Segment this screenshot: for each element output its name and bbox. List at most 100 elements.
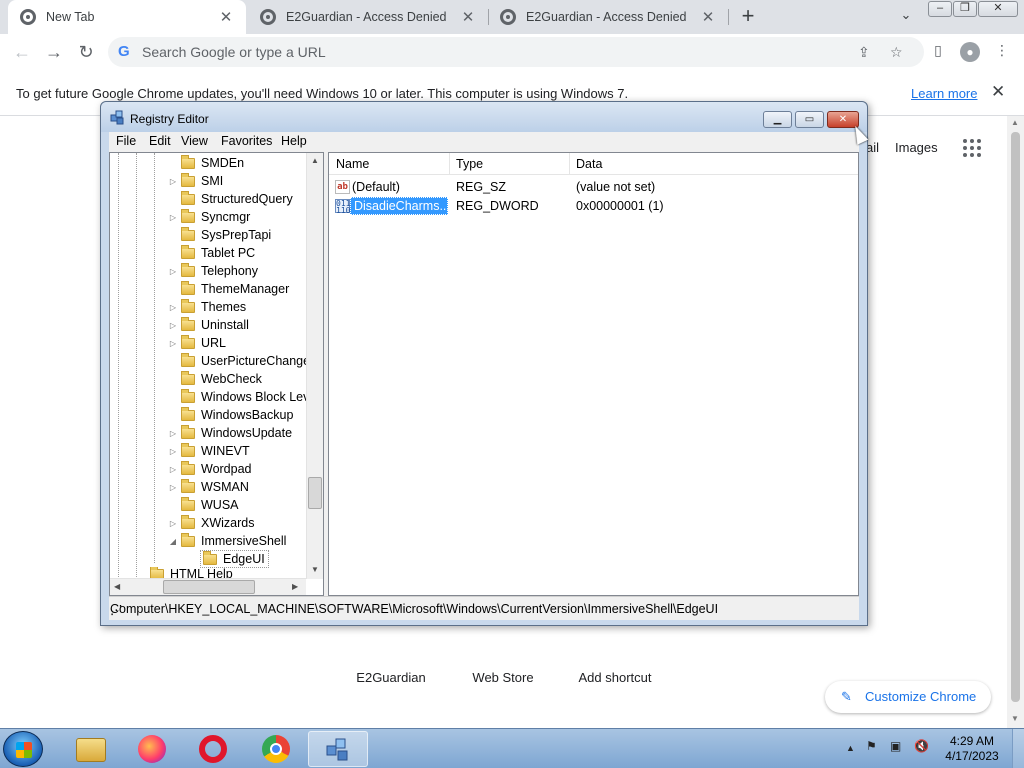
- infobar-close-icon[interactable]: ✕: [991, 82, 1005, 102]
- tree-item-wordpad[interactable]: ▷ Wordpad: [168, 460, 252, 478]
- chrome-menu-icon[interactable]: ⋮: [992, 42, 1012, 62]
- value-list-pane[interactable]: Name Type Data ab (Default) REG_SZ (valu…: [328, 152, 859, 596]
- tab-close-icon[interactable]: ✕: [218, 8, 234, 26]
- tree-vertical-scrollbar[interactable]: ▲ ▼: [306, 153, 323, 579]
- tab-search-icon[interactable]: ⌄: [896, 7, 916, 27]
- tree-item-smi[interactable]: ▷ SMI: [168, 172, 223, 190]
- tree-item-xwizards[interactable]: ▷ XWizards: [168, 514, 254, 532]
- reg-maximize-button[interactable]: ▭: [795, 111, 824, 128]
- tree-item-tabletpc[interactable]: Tablet PC: [168, 244, 255, 262]
- expander-icon[interactable]: ▷: [168, 339, 178, 348]
- menu-help[interactable]: Help: [281, 134, 307, 148]
- reload-button[interactable]: ↻: [74, 40, 98, 64]
- back-button[interactable]: ←: [10, 40, 34, 64]
- tree-item-sysprep[interactable]: SysPrepTapi: [168, 226, 271, 244]
- menu-file[interactable]: File: [116, 134, 136, 148]
- tab-close-icon[interactable]: ✕: [460, 8, 476, 26]
- tree-item-windows-block-level[interactable]: Windows Block Lev: [168, 388, 309, 406]
- volume-muted-icon[interactable]: 🔇: [914, 739, 929, 753]
- menu-favorites[interactable]: Favorites: [221, 134, 272, 148]
- menu-view[interactable]: View: [181, 134, 208, 148]
- column-name-header[interactable]: Name: [336, 157, 369, 171]
- scroll-down-icon[interactable]: ▼: [1011, 714, 1019, 723]
- tree-horizontal-scrollbar[interactable]: ◀ ▶: [110, 578, 306, 595]
- tray-overflow-icon[interactable]: ▲: [846, 743, 855, 753]
- forward-button[interactable]: →: [42, 40, 66, 64]
- tree-item-structuredquery[interactable]: StructuredQuery: [168, 190, 293, 208]
- expander-icon[interactable]: ◢: [168, 537, 178, 546]
- new-tab-button[interactable]: +: [736, 5, 760, 29]
- close-window-button[interactable]: ✕: [978, 1, 1018, 17]
- taskbar-opera[interactable]: [183, 731, 243, 767]
- scrollbar-thumb[interactable]: [308, 477, 322, 509]
- expander-icon[interactable]: ▷: [168, 321, 178, 330]
- share-icon[interactable]: ⇪: [858, 44, 870, 61]
- scroll-down-icon[interactable]: ▼: [311, 565, 319, 574]
- customize-chrome-button[interactable]: ✎ Customize Chrome: [825, 681, 991, 713]
- google-apps-icon[interactable]: [963, 139, 981, 157]
- value-name-selected[interactable]: DisadieCharms...: [350, 197, 450, 215]
- expander-icon[interactable]: ▷: [168, 177, 178, 186]
- column-divider[interactable]: [449, 153, 450, 175]
- bookmark-star-icon[interactable]: ☆: [890, 44, 903, 61]
- maximize-button[interactable]: ❐: [953, 1, 977, 17]
- minimize-button[interactable]: –: [928, 1, 952, 17]
- tree-item-edgeui-selected[interactable]: EdgeUI: [200, 550, 269, 568]
- tree-item-windowsbackup[interactable]: WindowsBackup: [168, 406, 293, 424]
- side-panel-icon[interactable]: ▯: [928, 42, 948, 62]
- taskbar-chrome[interactable]: [246, 731, 306, 767]
- scroll-right-icon[interactable]: ▶: [292, 582, 298, 591]
- scroll-up-icon[interactable]: ▲: [311, 156, 319, 165]
- reg-minimize-button[interactable]: ▁: [763, 111, 792, 128]
- expander-icon[interactable]: ▷: [168, 429, 178, 438]
- tree-item-smden[interactable]: SMDEn: [168, 154, 244, 172]
- tree-item-winevt[interactable]: ▷ WINEVT: [168, 442, 250, 460]
- omnibox[interactable]: G Search Google or type a URL ⇪ ☆: [108, 37, 924, 67]
- column-type-header[interactable]: Type: [456, 157, 483, 171]
- registry-title-bar[interactable]: Registry Editor ▁ ▭ ✕: [101, 102, 867, 132]
- tree-item-url[interactable]: ▷ URL: [168, 334, 226, 352]
- value-row-disablecharms[interactable]: 011 110 DisadieCharms... REG_DWORD 0x0000…: [329, 197, 858, 216]
- taskbar-regedit[interactable]: [308, 731, 368, 767]
- key-tree-pane[interactable]: SMDEn ▷ SMI StructuredQuery ▷ Syncmgr SysP…: [109, 152, 324, 596]
- expander-icon[interactable]: ▷: [168, 519, 178, 528]
- expander-icon[interactable]: ▷: [168, 303, 178, 312]
- images-link[interactable]: Images: [895, 140, 938, 155]
- tree-item-syncmgr[interactable]: ▷ Syncmgr: [168, 208, 250, 226]
- tree-item-thememanager[interactable]: ThemeManager: [168, 280, 289, 298]
- tree-item-userpicturechange[interactable]: UserPictureChange: [168, 352, 310, 370]
- learn-more-link[interactable]: Learn more: [911, 86, 977, 101]
- profile-avatar-icon[interactable]: ●: [960, 42, 980, 62]
- expander-icon[interactable]: ▷: [168, 483, 178, 492]
- expander-icon[interactable]: ▷: [168, 465, 178, 474]
- system-clock[interactable]: 4:29 AM 4/17/2023: [940, 734, 1004, 764]
- tree-item-wsman[interactable]: ▷ WSMAN: [168, 478, 249, 496]
- scrollbar-thumb[interactable]: [1011, 132, 1020, 702]
- tree-item-themes[interactable]: ▷ Themes: [168, 298, 246, 316]
- taskbar-firefox[interactable]: [122, 731, 182, 767]
- resize-grip-icon[interactable]: ⋰: [110, 602, 857, 617]
- tree-item-immersiveshell[interactable]: ◢ ImmersiveShell: [168, 532, 286, 550]
- tree-item-html-help[interactable]: HTML Help: [150, 567, 233, 578]
- value-row-default[interactable]: ab (Default) REG_SZ (value not set): [329, 178, 858, 197]
- scroll-left-icon[interactable]: ◀: [114, 582, 120, 591]
- tree-item-uninstall[interactable]: ▷ Uninstall: [168, 316, 249, 334]
- tab-e2guardian-2[interactable]: E2Guardian - Access Denied ✕: [488, 0, 728, 34]
- tab-close-icon[interactable]: ✕: [700, 8, 716, 26]
- expander-icon[interactable]: ▷: [168, 213, 178, 222]
- action-center-flag-icon[interactable]: ⚑: [866, 739, 877, 753]
- scrollbar-thumb[interactable]: [163, 580, 255, 594]
- tab-e2guardian-1[interactable]: E2Guardian - Access Denied ✕: [248, 0, 488, 34]
- tree-item-telephony[interactable]: ▷ Telephony: [168, 262, 258, 280]
- column-data-header[interactable]: Data: [576, 157, 602, 171]
- network-icon[interactable]: ▣: [890, 739, 901, 753]
- menu-edit[interactable]: Edit: [149, 134, 171, 148]
- tab-new-tab[interactable]: New Tab ✕: [8, 0, 246, 34]
- tree-item-webcheck[interactable]: WebCheck: [168, 370, 262, 388]
- tree-item-wusa[interactable]: WUSA: [168, 496, 239, 514]
- column-divider[interactable]: [569, 153, 570, 175]
- scroll-up-icon[interactable]: ▲: [1011, 118, 1019, 127]
- tree-item-windowsupdate[interactable]: ▷ WindowsUpdate: [168, 424, 292, 442]
- show-desktop-button[interactable]: [1012, 729, 1024, 768]
- expander-icon[interactable]: ▷: [168, 267, 178, 276]
